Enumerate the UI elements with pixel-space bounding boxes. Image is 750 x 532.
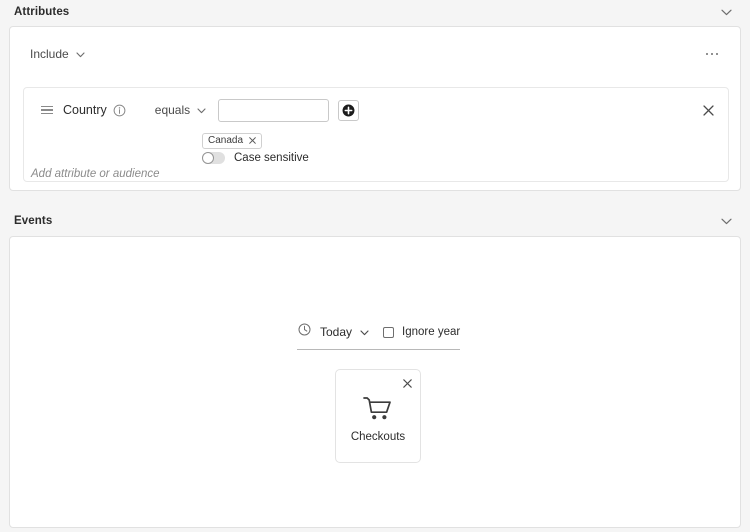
- add-circle-icon: [342, 104, 355, 116]
- condition-main-line: Country equals: [24, 88, 728, 132]
- chevron-down-icon: [197, 103, 206, 117]
- line: [41, 109, 53, 111]
- attributes-panel: Include Country equals Canada Case sensi…: [9, 26, 741, 191]
- audience-builder-page: Attributes Include Country equals Canada…: [0, 0, 750, 532]
- include-row: Include: [10, 36, 740, 72]
- dot: [715, 52, 719, 56]
- line: [41, 113, 53, 115]
- dot: [710, 52, 714, 56]
- remove-event-close-icon[interactable]: [400, 376, 414, 390]
- attributes-section-title: Attributes: [14, 6, 70, 18]
- attributes-collapse-chevron-down-icon[interactable]: [716, 2, 736, 22]
- add-attribute-placeholder: Add attribute or audience: [31, 168, 160, 180]
- ignore-year-label: Ignore year: [402, 326, 461, 338]
- event-card-label: Checkouts: [350, 431, 406, 443]
- dot: [705, 52, 709, 56]
- attribute-value-input[interactable]: [218, 98, 330, 122]
- operator-dropdown[interactable]: equals: [155, 103, 206, 117]
- clock-icon: [298, 323, 311, 341]
- attributes-section-header: Attributes: [0, 0, 750, 24]
- timeline-divider: [297, 349, 460, 350]
- attributes-overflow-menu-icon[interactable]: [700, 44, 724, 64]
- operator-label: equals: [154, 103, 191, 117]
- add-attribute-or-audience-row[interactable]: Add attribute or audience: [10, 158, 740, 190]
- event-card-checkouts[interactable]: Checkouts: [335, 369, 421, 463]
- events-section-header: Events: [0, 209, 750, 233]
- value-tag: Canada: [202, 132, 263, 149]
- chevron-down-icon: [76, 47, 85, 61]
- timeframe-dropdown[interactable]: Today: [320, 325, 369, 339]
- event-timeframe-row: Today Ignore year: [298, 323, 460, 341]
- line: [41, 105, 53, 107]
- shopping-cart-icon: [336, 396, 420, 423]
- chevron-down-icon: [360, 325, 369, 339]
- value-tag-list: Canada: [202, 130, 263, 149]
- include-logic-dropdown[interactable]: Include: [30, 47, 85, 61]
- remove-condition-close-icon[interactable]: [700, 102, 716, 118]
- info-icon[interactable]: [113, 104, 126, 117]
- attribute-name-label: Country: [63, 103, 107, 117]
- drag-handle-icon[interactable]: [41, 104, 53, 116]
- ignore-year-checkbox[interactable]: [383, 326, 395, 338]
- events-collapse-chevron-down-icon[interactable]: [716, 211, 736, 231]
- events-panel: Today Ignore year Checkouts: [9, 236, 741, 528]
- include-logic-label: Include: [30, 47, 69, 61]
- events-canvas: Today Ignore year Checkouts: [10, 237, 740, 527]
- value-tag-label: Canada: [208, 135, 244, 146]
- ignore-year-checkbox-wrapper[interactable]: Ignore year: [383, 326, 460, 338]
- add-value-button[interactable]: [338, 99, 360, 121]
- events-section-title: Events: [14, 215, 53, 227]
- timeframe-label: Today: [320, 325, 353, 339]
- value-tag-close-icon[interactable]: [249, 137, 256, 144]
